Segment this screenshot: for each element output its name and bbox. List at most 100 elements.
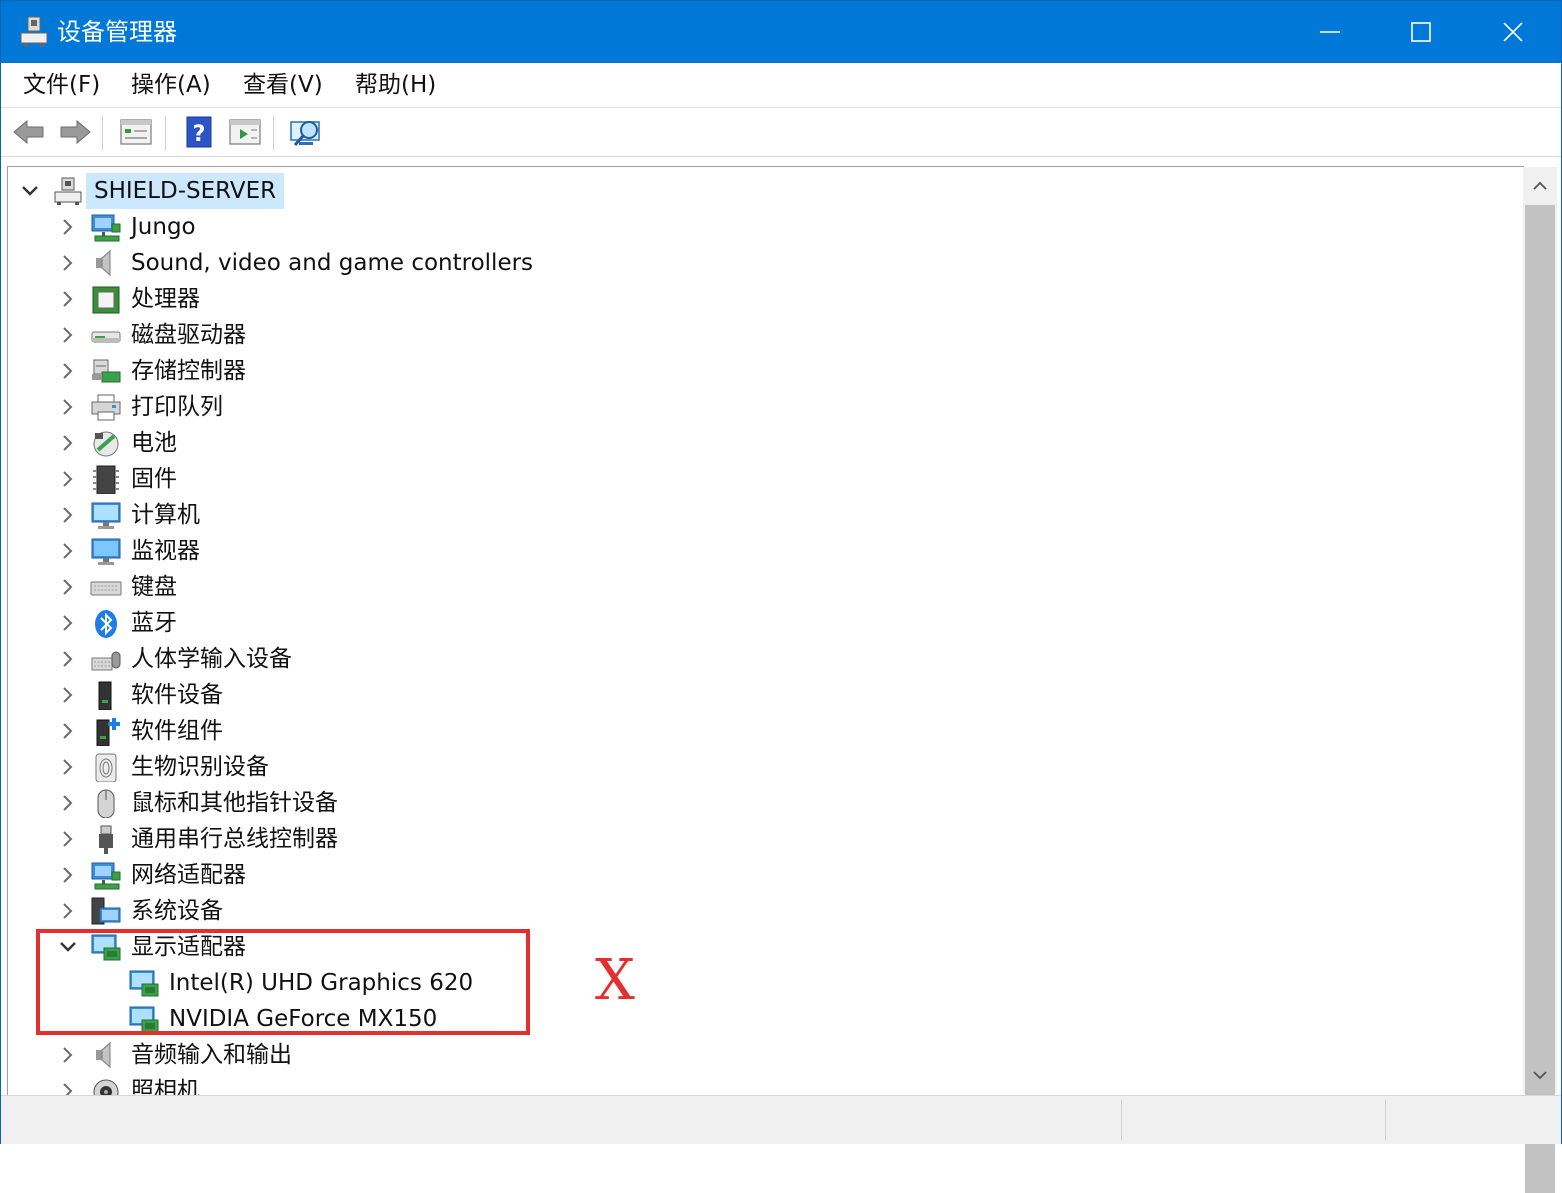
status-bar [1, 1095, 1561, 1144]
back-arrow-icon[interactable] [11, 116, 47, 148]
tree-item-label: 计算机 [131, 502, 200, 528]
chevron-right-icon[interactable] [56, 827, 80, 851]
tree-category[interactable]: Jungo [8, 209, 1508, 245]
chevron-right-icon[interactable] [56, 287, 80, 311]
menu-help[interactable]: 帮助(H) [355, 69, 436, 101]
chevron-right-icon[interactable] [56, 395, 80, 419]
tree-item-label: 人体学输入设备 [131, 646, 292, 672]
maximize-icon [1411, 22, 1431, 42]
tree-category[interactable]: 照相机 [8, 1073, 1508, 1095]
menu-action[interactable]: 操作(A) [131, 69, 211, 101]
help-icon[interactable]: ? [181, 116, 217, 148]
chevron-right-icon[interactable] [56, 575, 80, 599]
tree-item-label: 生物识别设备 [131, 754, 269, 780]
tree-category[interactable]: 通用串行总线控制器 [8, 821, 1508, 857]
chevron-right-icon[interactable] [56, 611, 80, 635]
tree-category[interactable]: 网络适配器 [8, 857, 1508, 893]
chevron-right-icon[interactable] [56, 719, 80, 743]
computer-server-icon [54, 177, 82, 205]
tree-item-label: 通用串行总线控制器 [131, 826, 338, 852]
tree-category[interactable]: 处理器 [8, 281, 1508, 317]
tree-category[interactable]: 计算机 [8, 497, 1508, 533]
tree-category[interactable]: 软件设备 [8, 677, 1508, 713]
keyboard-icon [90, 581, 122, 596]
tree-category[interactable]: 固件 [8, 461, 1508, 497]
device-manager-icon [20, 16, 48, 47]
status-separator [1121, 1100, 1122, 1140]
scan-hardware-icon[interactable] [289, 116, 325, 148]
annotation-highlight-box [36, 929, 530, 1035]
chevron-right-icon[interactable] [56, 791, 80, 815]
tree-category[interactable]: 存储控制器 [8, 353, 1508, 389]
system-device-icon [91, 897, 121, 925]
storage-controller-icon [92, 359, 121, 383]
speaker-icon [96, 249, 111, 277]
tree-category[interactable]: 蓝牙 [8, 605, 1508, 641]
close-icon [1503, 22, 1523, 42]
tree-item-label: 固件 [131, 466, 177, 492]
software-component-icon [96, 718, 120, 746]
tree-item-label: 照相机 [131, 1078, 200, 1095]
chevron-down-icon[interactable] [18, 179, 42, 203]
properties-icon[interactable] [118, 116, 154, 148]
chevron-right-icon[interactable] [56, 215, 80, 239]
tree-item-label: SHIELD-SERVER [86, 173, 285, 209]
monitor-icon [91, 538, 121, 565]
tree-category[interactable]: 鼠标和其他指针设备 [8, 785, 1508, 821]
toolbar: ? [1, 108, 1561, 157]
chevron-right-icon[interactable] [56, 323, 80, 347]
close-button[interactable] [1467, 1, 1559, 63]
tree-category[interactable]: 音频输入和输出 [8, 1037, 1508, 1073]
toolbar-separator [165, 116, 166, 150]
tree-category[interactable]: 键盘 [8, 569, 1508, 605]
window-title: 设备管理器 [57, 18, 177, 46]
svg-text:?: ? [193, 122, 206, 147]
tree-category[interactable]: 系统设备 [8, 893, 1508, 929]
status-separator [1385, 1100, 1386, 1140]
chevron-right-icon[interactable] [56, 647, 80, 671]
annotation-mark: X [595, 948, 635, 1013]
tree-item-label: 蓝牙 [131, 610, 177, 636]
tree-category[interactable]: 软件组件 [8, 713, 1508, 749]
tree-category[interactable]: 监视器 [8, 533, 1508, 569]
run-icon[interactable] [227, 116, 263, 148]
tree-root[interactable]: SHIELD-SERVER [8, 173, 1508, 209]
chevron-right-icon[interactable] [56, 251, 80, 275]
scroll-up-button[interactable] [1523, 167, 1557, 203]
menu-file[interactable]: 文件(F) [23, 69, 100, 101]
chevron-right-icon[interactable] [56, 1079, 80, 1095]
software-device-icon [98, 681, 112, 710]
firmware-icon [93, 465, 119, 494]
tree-category[interactable]: 打印队列 [8, 389, 1508, 425]
scroll-thumb[interactable] [1525, 205, 1555, 1193]
usb-controller-icon [99, 825, 113, 854]
tree-category[interactable]: Sound, video and game controllers [8, 245, 1508, 281]
chevron-right-icon[interactable] [56, 899, 80, 923]
maximize-button[interactable] [1375, 1, 1467, 63]
chevron-right-icon[interactable] [56, 503, 80, 527]
chevron-right-icon[interactable] [56, 431, 80, 455]
chevron-right-icon[interactable] [56, 359, 80, 383]
tree-category[interactable]: 生物识别设备 [8, 749, 1508, 785]
forward-arrow-icon[interactable] [57, 116, 93, 148]
minimize-button[interactable] [1284, 1, 1376, 63]
tree-category[interactable]: 电池 [8, 425, 1508, 461]
battery-icon [93, 431, 119, 457]
tree-item-label: 存储控制器 [131, 358, 246, 384]
tree-category[interactable]: 磁盘驱动器 [8, 317, 1508, 353]
tree-item-label: 网络适配器 [131, 862, 246, 888]
vertical-scrollbar[interactable] [1523, 167, 1557, 1193]
tree-category[interactable]: 人体学输入设备 [8, 641, 1508, 677]
scroll-down-button[interactable] [1523, 1058, 1557, 1094]
tree-item-label: 磁盘驱动器 [131, 322, 246, 348]
tree-item-label: 监视器 [131, 538, 200, 564]
tree-item-label: Jungo [131, 214, 196, 240]
chevron-right-icon[interactable] [56, 683, 80, 707]
printer-icon [91, 394, 121, 421]
menu-view[interactable]: 查看(V) [243, 69, 323, 101]
chevron-right-icon[interactable] [56, 1043, 80, 1067]
chevron-right-icon[interactable] [56, 755, 80, 779]
chevron-right-icon[interactable] [56, 539, 80, 563]
chevron-right-icon[interactable] [56, 467, 80, 491]
chevron-right-icon[interactable] [56, 863, 80, 887]
